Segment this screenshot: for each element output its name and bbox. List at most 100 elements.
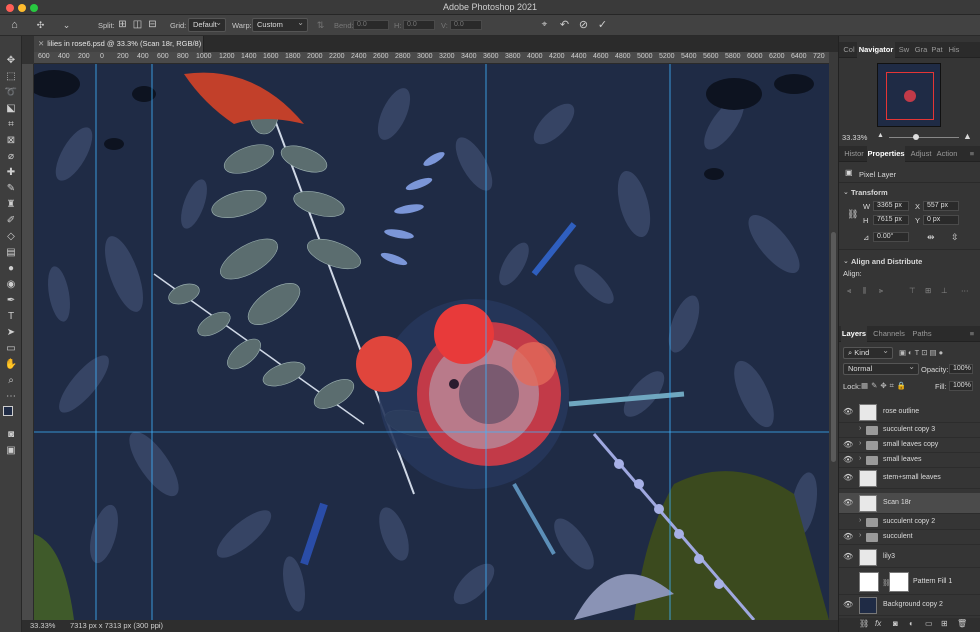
object-selection-tool-icon[interactable]: ⬕ [3,102,19,116]
zoom-tool-icon[interactable]: ⌕ [3,374,19,388]
angle-field[interactable]: 0.00° [873,232,909,242]
eraser-tool-icon[interactable]: ◇ [3,230,19,244]
zoom-in-icon[interactable]: ▲ [963,131,972,141]
navigator-zoom[interactable]: 33.33% [842,133,867,142]
visibility-eye-icon[interactable]: 👁 [843,552,853,562]
tab-swatches[interactable]: Sw [897,42,911,58]
layer-filter-type-icons[interactable]: ▣◐T⊡▤● [899,348,945,357]
pen-tool-icon[interactable]: ✒ [3,294,19,308]
marquee-tool-icon[interactable]: ⬚ [3,70,19,84]
height-field[interactable]: 7615 px [873,215,909,225]
close-tab-icon[interactable]: ✕ [38,39,44,48]
gradient-tool-icon[interactable]: ▤ [3,246,19,260]
layers-menu-icon[interactable]: ≡ [967,326,977,342]
layer-group[interactable]: 👁 › small leaves [839,453,980,468]
visibility-eye-icon[interactable]: 👁 [843,407,853,417]
layer-item[interactable]: 👁 Background copy 2 [839,595,980,616]
layer-group[interactable]: 👁 › small leaves copy [839,438,980,453]
delete-layer-icon[interactable]: 🗑 [957,619,967,628]
transform-collapse-icon[interactable]: ⌄ [843,188,849,196]
zoom-readout[interactable]: 33.33% [30,620,55,632]
layer-group[interactable]: › succulent copy 3 [839,423,980,438]
visibility-eye-icon[interactable]: 👁 [843,440,853,450]
hand-tool-icon[interactable]: ✋ [3,358,19,372]
align-left-icon[interactable]: ⫷ [847,286,851,296]
grid-select[interactable]: Default [188,17,226,32]
link-layers-icon[interactable]: ⛓ [859,619,869,628]
split-vertical-icon[interactable]: ◫ [131,18,144,32]
add-mask-icon[interactable]: ◙ [893,619,898,628]
minimize-window-button[interactable] [18,4,26,12]
zoom-slider-handle[interactable] [913,134,919,140]
quick-mask-icon[interactable]: ◙ [3,428,19,442]
history-brush-tool-icon[interactable]: ✐ [3,214,19,228]
frame-tool-icon[interactable]: ⊠ [3,134,19,148]
bend-field[interactable]: 0.0 [353,20,389,30]
fill-field[interactable]: 100% [949,381,973,391]
flip-horizontal-icon[interactable]: ⇹ [927,232,935,243]
group-expand-icon[interactable]: › [859,425,861,432]
tab-gradients[interactable]: Gra [913,42,929,58]
visibility-eye-icon[interactable]: 👁 [843,532,853,542]
transform-icon[interactable]: ✣ [34,18,47,32]
tab-navigator[interactable]: Navigator [857,42,895,58]
align-more-icon[interactable]: ⋯ [961,286,969,295]
split-cross-icon[interactable]: ⊞ [116,18,129,32]
tab-histogram[interactable]: Histor [841,146,867,162]
new-group-icon[interactable]: ▭ [925,619,933,628]
warp-orientation-icon[interactable]: ⇅ [314,18,327,32]
screen-mode-icon[interactable]: ▣ [3,444,19,458]
new-layer-icon[interactable]: ⊞ [941,619,948,628]
panel-menu-icon[interactable]: ≡ [967,146,977,162]
visibility-eye-icon[interactable]: 👁 [843,600,853,610]
commit-transform-icon[interactable]: ✓ [596,18,609,32]
visibility-eye-icon[interactable]: 👁 [843,498,853,508]
puppet-warp-icon[interactable]: ⌖ [538,18,551,32]
layer-item[interactable]: 👁 stem+small leaves [839,468,980,489]
layer-style-icon[interactable]: fx [875,619,881,628]
blur-tool-icon[interactable]: ● [3,262,19,276]
layer-item[interactable]: ⛓ Pattern Fill 1 [839,569,980,595]
tab-patterns[interactable]: Pat [929,42,945,58]
y-field[interactable]: 0 px [923,215,959,225]
clone-stamp-tool-icon[interactable]: ♜ [3,198,19,212]
visibility-off-icon[interactable] [843,577,853,587]
align-middle-icon[interactable]: ⊞ [925,286,931,295]
align-top-icon[interactable]: ⊤ [909,286,916,295]
tool-preset-icon[interactable]: ⌄ [60,18,73,32]
maximize-window-button[interactable] [30,4,38,12]
move-tool-icon[interactable]: ✥ [3,54,19,68]
opacity-field[interactable]: 100% [949,364,973,374]
v-field[interactable]: 0.0 [450,20,482,30]
adjustment-layer-icon[interactable]: ◐ [909,619,914,628]
align-right-icon[interactable]: ⫸ [879,286,883,296]
width-field[interactable]: 3365 px [873,201,909,211]
layer-group[interactable]: 👁 › succulent [839,530,980,545]
h-field[interactable]: 0.0 [403,20,435,30]
tab-actions[interactable]: Action [935,146,959,162]
visibility-off-icon[interactable] [843,517,853,527]
layer-filter-select[interactable]: ⌕ Kind [843,346,893,359]
tab-color[interactable]: Col [841,42,857,58]
align-bottom-icon[interactable]: ⊥ [941,286,948,295]
lasso-tool-icon[interactable]: ➰ [3,86,19,100]
flip-vertical-icon[interactable]: ⇳ [951,232,959,243]
align-center-h-icon[interactable]: ⫼ [863,286,866,296]
cancel-transform-icon[interactable]: ⊘ [577,18,590,32]
type-tool-icon[interactable]: T [3,310,19,324]
group-expand-icon[interactable]: › [859,532,861,539]
zoom-slider-track[interactable] [889,137,959,138]
link-dimensions-icon[interactable]: ⛓ [847,209,858,220]
tab-paths[interactable]: Paths [909,326,935,342]
layer-item[interactable]: 👁 rose outline [839,402,980,423]
crop-tool-icon[interactable]: ⌗ [3,118,19,132]
align-collapse-icon[interactable]: ⌄ [843,257,849,265]
dodge-tool-icon[interactable]: ◉ [3,278,19,292]
layer-item[interactable]: 👁 lily3 [839,547,980,568]
healing-brush-tool-icon[interactable]: ✚ [3,166,19,180]
zoom-out-icon[interactable]: ▲ [877,132,884,139]
undo-warp-icon[interactable]: ↶ [558,18,571,32]
group-expand-icon[interactable]: › [859,440,861,447]
visibility-eye-icon[interactable]: 👁 [843,455,853,465]
tab-channels[interactable]: Channels [871,326,907,342]
